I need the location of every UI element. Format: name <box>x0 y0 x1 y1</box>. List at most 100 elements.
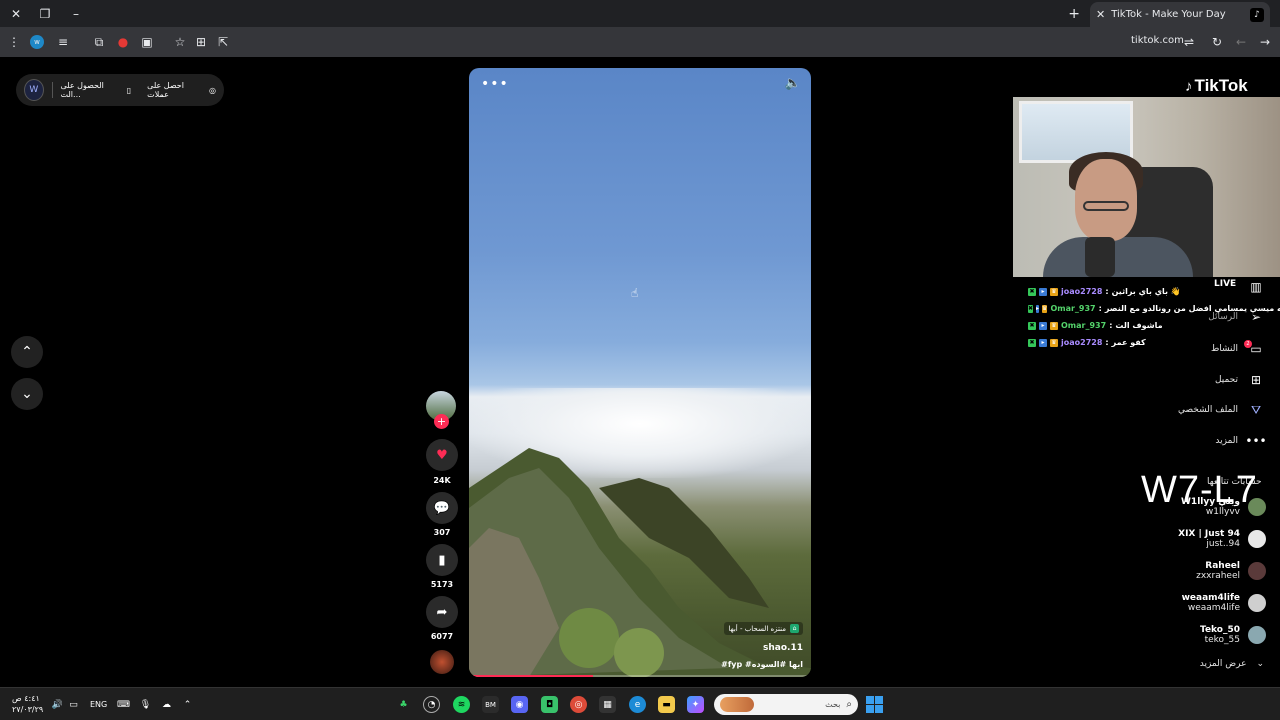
profile-w-icon[interactable]: w <box>30 35 44 49</box>
share-button[interactable]: ➦ <box>426 596 458 628</box>
microsoft-store-icon[interactable]: ▦ <box>599 696 616 713</box>
app-clock-icon[interactable]: ◔ <box>423 696 440 713</box>
follow-plus-icon[interactable]: + <box>434 414 449 429</box>
app-green-icon[interactable]: ♣ <box>395 696 412 713</box>
install-app-icon[interactable]: ⇱ <box>214 33 232 51</box>
chat-message: ✖ ▸ ♛ Omar_937: والله ميسي يمسامي افضل من رو… <box>1028 300 1280 317</box>
chat-badge-icon: ♛ <box>1050 321 1058 330</box>
extensions-icon[interactable]: ⧉ <box>90 33 108 51</box>
new-tab-button[interactable]: + <box>1068 6 1080 22</box>
edge-icon[interactable]: e <box>629 696 646 713</box>
location-pin-icon: ⌂ <box>790 624 799 633</box>
like-count: 24K <box>433 476 451 485</box>
comment-count: 307 <box>433 528 451 537</box>
account-display-name: Teko_50 <box>1200 625 1240 635</box>
video-progress-bar[interactable] <box>473 675 807 677</box>
chevron-up-icon: ⌃ <box>21 344 33 360</box>
windows-taskbar: ٤:٤١ ص ٢٧/٠٣/٢٩ 🔊 ▭ ENG ⌨ 🎙 ☁ ⌃ ♣ ◔ ≋ BM… <box>0 687 1280 720</box>
restore-window-icon[interactable]: ❐ <box>35 4 55 24</box>
copilot-icon[interactable]: ✦ <box>687 696 704 713</box>
screenshot-icon[interactable]: ▣ <box>138 33 156 51</box>
bookmark-icon: ▮ <box>438 552 446 568</box>
video-player[interactable]: ••• 🔈 ☝ منتزه السحاب - أبها ⌂ shao.11 #f… <box>469 68 811 677</box>
profile-avatar[interactable]: W <box>24 79 44 101</box>
site-settings-icon[interactable]: ⇌ <box>1180 33 1198 51</box>
clock-date[interactable]: ٢٧/٠٣/٢٩ <box>12 705 43 714</box>
bookmark-star-icon[interactable]: ☆ <box>171 33 189 51</box>
menu-dots-icon[interactable]: ⋮ <box>5 33 23 51</box>
spotify-icon[interactable]: ≋ <box>453 696 470 713</box>
account-handle: zxxraheel <box>1196 571 1240 581</box>
account-avatar <box>1248 626 1266 644</box>
discord-icon[interactable]: ◉ <box>511 696 528 713</box>
chevron-down-icon: ⌄ <box>1256 659 1264 669</box>
see-more-label: عرض المزيد <box>1199 659 1247 669</box>
webcam-glasses <box>1083 201 1129 211</box>
save-button[interactable]: ▮ <box>426 544 458 576</box>
chat-colon: : <box>1105 287 1109 296</box>
onedrive-icon[interactable]: ☁ <box>158 696 175 713</box>
chat-message: ✖ ▸ ♛ joao2728: باي باي براثين 👋 <box>1028 283 1258 300</box>
microphone-icon[interactable]: 🎙 <box>137 696 154 713</box>
sidebar-item-more[interactable]: المزيد ••• <box>1215 433 1266 449</box>
share-arrow-icon: ➦ <box>436 604 448 620</box>
chat-username: joao2728 <box>1061 338 1103 347</box>
sidebar-item-profile[interactable]: الملف الشخصي ⛛ <box>1178 402 1264 418</box>
next-video-button[interactable]: ⌄ <box>11 378 43 410</box>
following-account[interactable]: Teko_50 teko_55 <box>1200 625 1266 645</box>
browser-toolbar: ⋮ w ≡ ⧉ ● ▣ ☆ ⊞ ⇱ tiktok.com ⇌ ↻ ← → <box>0 27 1280 57</box>
volume-icon[interactable]: 🔈 <box>785 76 801 91</box>
translate-icon[interactable]: ⊞ <box>192 33 210 51</box>
close-tab-icon[interactable]: ✕ <box>1096 8 1105 21</box>
speaker-icon[interactable]: 🔊 <box>49 696 66 713</box>
following-account[interactable]: Raheel zxxraheel <box>1196 561 1266 581</box>
video-hashtags[interactable]: #fyp #ابها #السوده <box>721 660 803 669</box>
tiktok-note-icon: ♪ <box>1185 77 1193 95</box>
taskbar-search[interactable]: ⌕ بحث <box>714 694 858 715</box>
network-icon[interactable]: ▭ <box>65 696 82 713</box>
previous-video-button[interactable]: ⌃ <box>11 336 43 368</box>
keyboard-icon[interactable]: ⌨ <box>115 696 132 713</box>
file-explorer-icon[interactable]: ▬ <box>658 696 675 713</box>
windows-start-icon[interactable] <box>866 696 883 713</box>
browser-tab[interactable]: ✕ TikTok - Make Your Day ♪ <box>1090 2 1270 27</box>
minimize-window-icon[interactable]: – <box>66 4 86 24</box>
input-language[interactable]: ENG <box>90 700 107 709</box>
chat-badge-icon: ♛ <box>1042 304 1048 313</box>
account-avatar <box>1248 594 1266 612</box>
location-tag[interactable]: منتزه السحاب - أبها ⌂ <box>724 622 803 635</box>
chat-username: Omar_937 <box>1061 321 1107 330</box>
mouse-cursor-icon: ☝ <box>631 286 639 300</box>
get-app-button[interactable]: الحصول على الت... <box>61 81 119 99</box>
reload-icon[interactable]: ↻ <box>1208 33 1226 51</box>
coins-pill: W الحصول على الت... ▯ احصل على عملات ◎ <box>16 74 224 106</box>
following-account[interactable]: XIX | Just 94 just..94 <box>1178 529 1266 549</box>
see-more-accounts-button[interactable]: عرض المزيد ⌄ <box>1200 659 1264 669</box>
close-window-icon[interactable]: ✕ <box>6 4 26 24</box>
sidebar-item-upload[interactable]: تحميل ⊞ <box>1215 372 1264 388</box>
like-button[interactable]: ♥ <box>426 439 458 471</box>
address-bar[interactable]: tiktok.com <box>1131 35 1184 46</box>
chat-colon: : <box>1109 321 1113 330</box>
video-author[interactable]: shao.11 <box>763 643 803 653</box>
reading-list-icon[interactable]: ≡ <box>54 33 72 51</box>
following-account[interactable]: weaam4life weaam4life <box>1182 593 1266 613</box>
account-names: Raheel zxxraheel <box>1196 561 1240 581</box>
chat-text: باي باي براثين 👋 <box>1111 287 1181 296</box>
app-chat-icon[interactable]: ◘ <box>541 696 558 713</box>
video-options-icon[interactable]: ••• <box>481 76 509 92</box>
shield-extension-icon[interactable]: ● <box>114 33 132 51</box>
app-bm-icon[interactable]: BM <box>482 696 499 713</box>
chat-colon: : <box>1098 304 1102 313</box>
chrome-icon[interactable]: ◎ <box>570 696 587 713</box>
comment-button[interactable]: 💬 <box>426 492 458 524</box>
forward-icon[interactable]: ← <box>1232 33 1250 51</box>
share-count: 6077 <box>430 632 454 641</box>
back-icon[interactable]: → <box>1256 33 1274 51</box>
clock-time[interactable]: ٤:٤١ ص <box>12 694 40 703</box>
chat-text: كفو عمر <box>1111 338 1146 347</box>
tiktok-logo[interactable]: ♪ TikTok <box>1185 76 1248 96</box>
music-disc-icon[interactable] <box>430 650 454 674</box>
get-coins-button[interactable]: احصل على عملات <box>147 81 201 99</box>
tray-chevron-up-icon[interactable]: ⌃ <box>179 696 196 713</box>
